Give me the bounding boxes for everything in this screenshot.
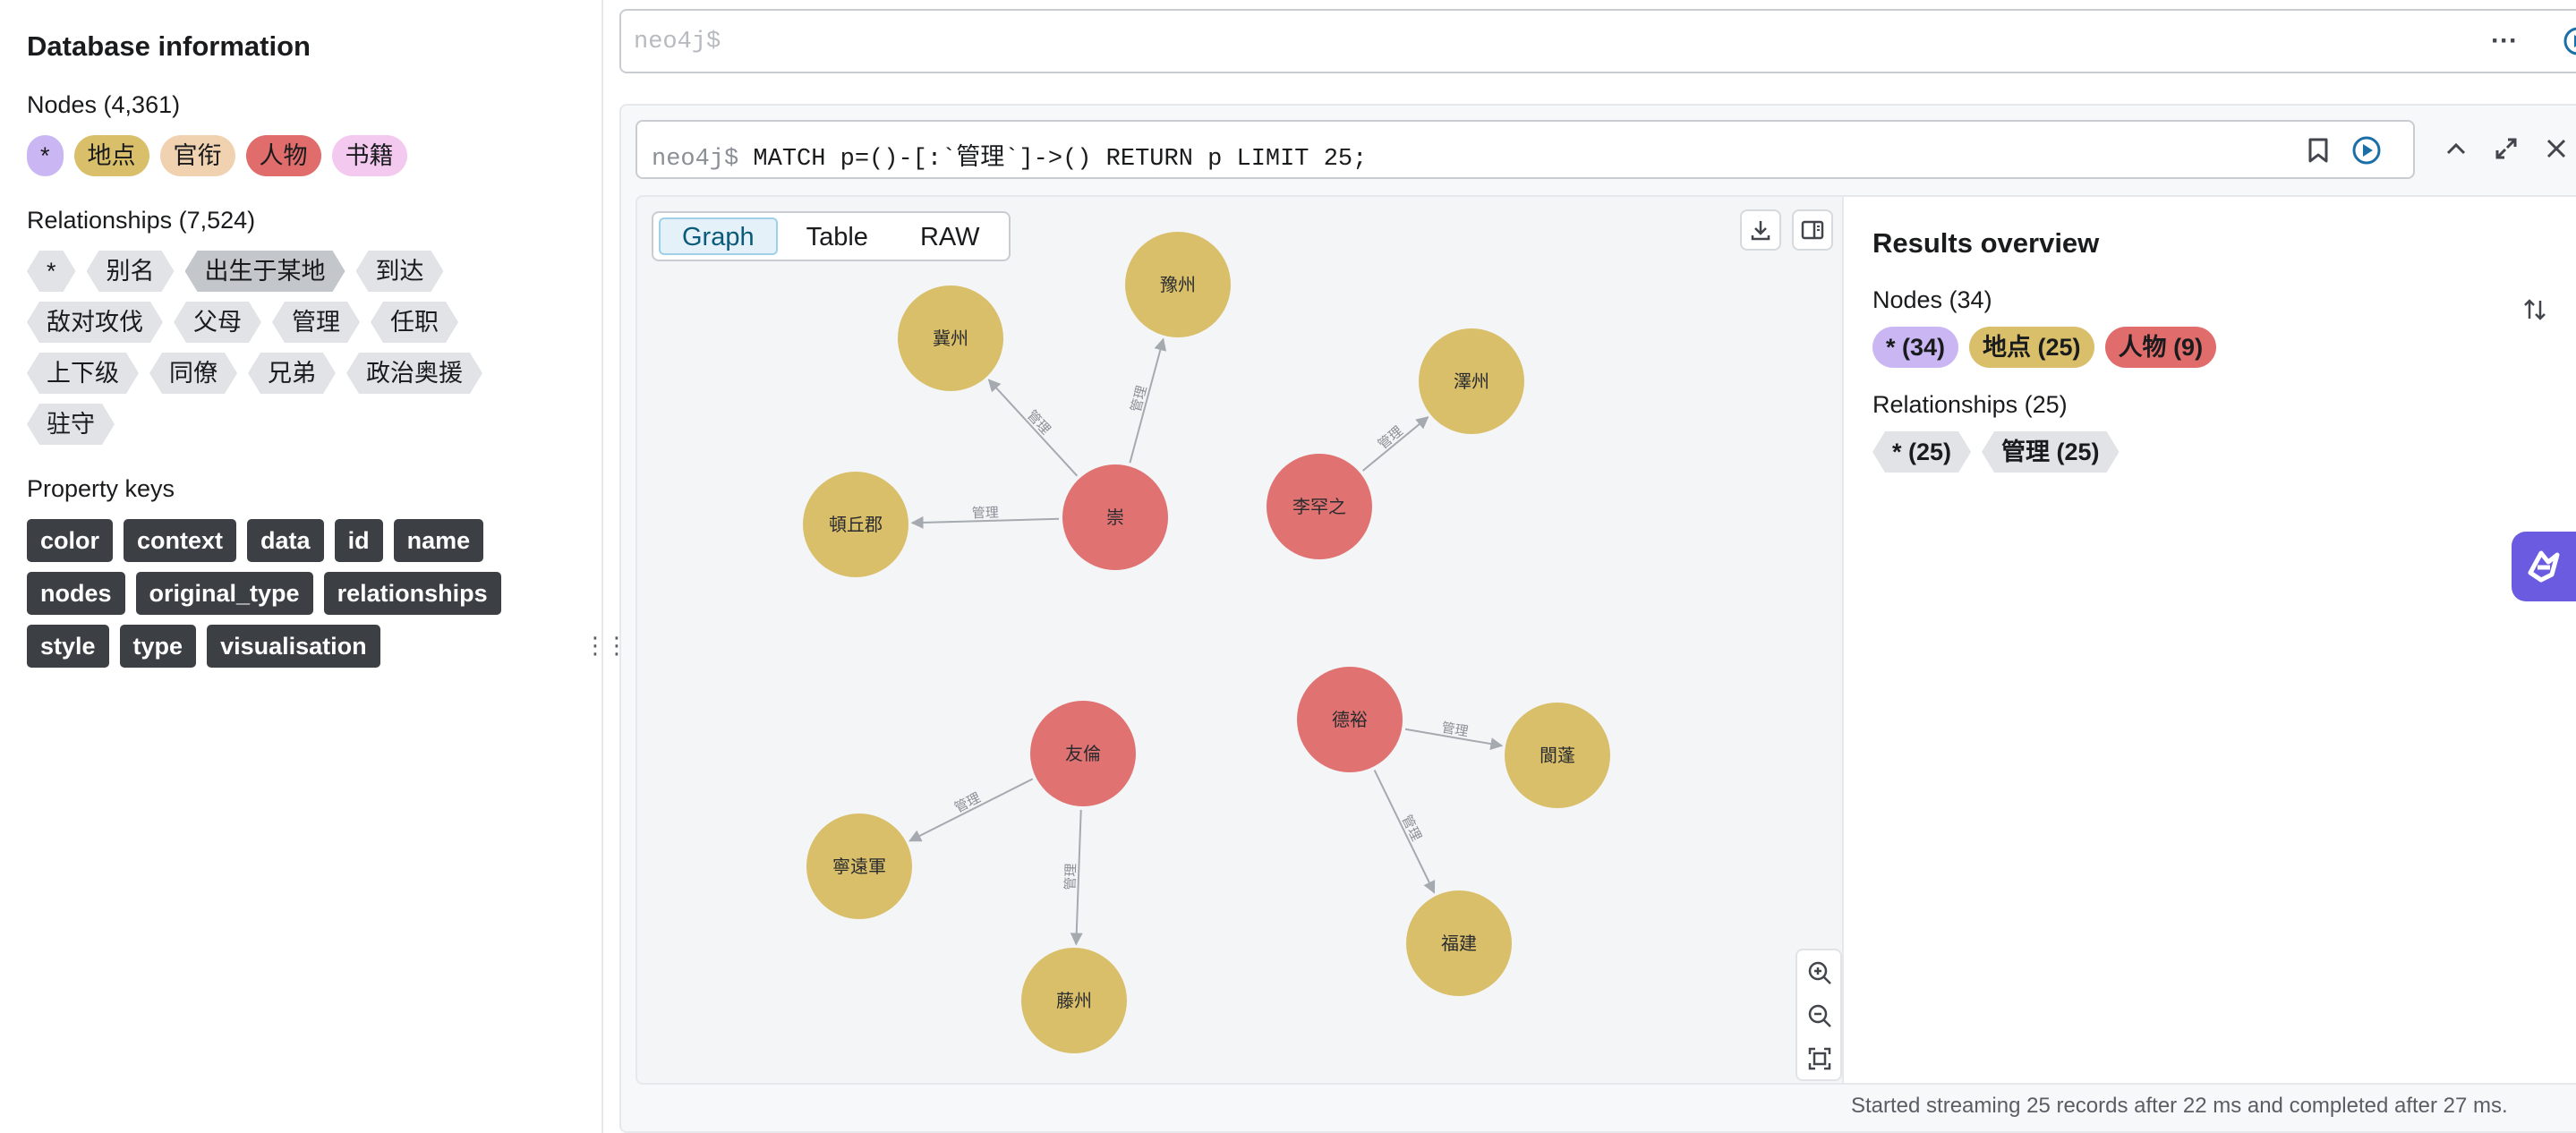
query-text: MATCH p=()-[:`管理`]->() RETURN p LIMIT 25… [738,146,1368,173]
graph-node-label: 李罕之 [1292,496,1346,517]
graph-node-label: 崇 [1106,507,1124,528]
frame-query-editor[interactable]: neo4j$ MATCH p=()-[:`管理`]->() RETURN p L… [635,120,2415,179]
relationship-type-list: * 别名 出生于某地 到达敌对攻伐 父母 管理 任职上下级 同僚 兄弟 政治奥援驻守 [27,251,575,445]
relationship-type-chip[interactable]: 管理 [272,302,360,343]
main-query-editor[interactable]: neo4j$ ··· [619,9,2576,73]
bookmark-icon[interactable] [2302,134,2334,166]
overview-relationship-chip[interactable]: 管理 (25) [1982,431,2120,473]
property-key-chip[interactable]: color [27,519,114,562]
zoom-in-icon[interactable] [1803,956,1837,990]
property-key-chip[interactable]: type [119,625,197,668]
property-keys-heading: Property keys [27,475,175,502]
relationship-type-chip[interactable]: 别名 [87,251,175,292]
sidebar-title: Database information [27,30,311,62]
property-key-chip[interactable]: nodes [27,572,125,615]
graph-node-label: 寧遠軍 [832,856,886,877]
graph-edge-label: 管理 [1375,423,1406,453]
tab-raw[interactable]: RAW [897,217,1003,255]
graph-canvas[interactable]: 管理管理管理管理管理管理管理管理冀州豫州崇頓丘郡澤州李罕之友倫寧遠軍藤州德裕閬蓬… [637,197,1842,1085]
download-icon[interactable] [1740,209,1781,251]
property-key-chip[interactable]: relationships [323,572,501,615]
relationship-type-chip[interactable]: * [27,251,76,292]
property-key-chip[interactable]: data [247,519,324,562]
graph-edge[interactable] [1373,770,1436,894]
relationship-type-chip[interactable]: 兄弟 [248,353,336,394]
overview-node-chip[interactable]: 地点 (25) [1969,327,2094,368]
relationship-type-chip[interactable]: 政治奥援 [346,353,482,394]
relationship-type-chip[interactable]: 任职 [371,302,458,343]
collapse-frame-icon[interactable] [2438,131,2474,166]
graph-node-label: 藤州 [1056,990,1092,1011]
overview-node-chips: * (34) 地点 (25) 人物 (9) [1872,327,2558,368]
property-key-list: color context data id name nodes original_type… [27,519,575,668]
graph-edge-label: 管理 [972,505,1000,522]
property-key-chip[interactable]: id [334,519,383,562]
view-tabs: Graph Table RAW [652,211,1011,261]
relationships-heading: Relationships (7,524) [27,207,256,234]
overview-node-chip[interactable]: * (34) [1872,327,1959,368]
graph-edge-label: 管理 [1024,407,1054,438]
relationship-type-chip[interactable]: 出生于某地 [185,251,345,292]
node-label-chip[interactable]: 官衔 [159,135,235,176]
graph-edge-label: 管理 [1062,863,1079,890]
sort-icon[interactable] [2517,292,2553,328]
tab-table[interactable]: Table [783,217,891,255]
more-options-icon[interactable]: ··· [2486,23,2522,59]
node-label-chip[interactable]: * [27,135,64,176]
graph-node-label: 澤州 [1454,371,1489,392]
assistant-logo-icon[interactable] [2512,532,2576,601]
overview-relationship-chip[interactable]: * (25) [1872,431,1971,473]
results-overview-panel: Results overview Nodes (34) * (34) 地点 (25… [1842,197,2576,1083]
zoom-out-icon[interactable] [1803,999,1837,1033]
node-label-chip[interactable]: 人物 [245,135,321,176]
graph-node-label: 豫州 [1160,274,1196,295]
graph-node-label: 冀州 [933,328,968,349]
nodes-heading: Nodes (4,361) [27,91,181,118]
graph-edge[interactable] [908,778,1034,842]
graph-edge-label: 管理 [1128,384,1150,414]
fit-to-screen-icon[interactable] [1803,1042,1837,1076]
database-info-sidebar: Database information Nodes (4,361) * 地点 官衔… [0,0,603,1133]
node-label-chip[interactable]: 书籍 [331,135,407,176]
relationship-type-chip[interactable]: 父母 [174,302,261,343]
node-label-chip[interactable]: 地点 [73,135,149,176]
tab-graph[interactable]: Graph [659,217,778,255]
graph-edge[interactable] [987,379,1079,477]
relationship-type-chip[interactable]: 上下级 [27,353,139,394]
property-key-chip[interactable]: original_type [135,572,313,615]
overview-node-chip[interactable]: 人物 (9) [2104,327,2217,368]
close-frame-icon[interactable] [2538,131,2574,166]
property-key-chip[interactable]: name [393,519,484,562]
rerun-query-icon[interactable] [2349,132,2384,168]
toggle-panel-icon[interactable] [1792,209,1833,251]
overview-rels-heading: Relationships (25) [1872,391,2068,418]
property-key-chip[interactable]: context [124,519,237,562]
frame-query-text: neo4j$ MATCH p=()-[:`管理`]->() RETURN p L… [652,137,1367,173]
relationship-type-chip[interactable]: 敌对攻伐 [27,302,163,343]
graph-node-label: 友倫 [1065,743,1101,764]
frame-prompt: neo4j$ [652,146,739,173]
relationship-type-chip[interactable]: 驻守 [27,404,115,445]
property-key-chip[interactable]: style [27,625,109,668]
run-query-icon[interactable] [2560,23,2576,59]
zoom-controls [1796,949,1842,1081]
property-key-chip[interactable]: visualisation [207,625,380,668]
overview-nodes-heading: Nodes (34) [1872,286,1992,313]
status-message: Started streaming 25 records after 22 ms… [1851,1094,2508,1118]
graph-node-label: 福建 [1441,933,1477,954]
fullscreen-icon[interactable] [2488,131,2524,166]
node-label-list: * 地点 官衔 人物 书籍 [27,135,575,176]
graph-node-label: 德裕 [1332,709,1368,730]
editor-placeholder: neo4j$ [634,29,721,55]
graph-node-label: 閬蓬 [1540,745,1575,766]
graph-node-label: 頓丘郡 [829,514,883,535]
overview-relationship-chips: * (25) 管理 (25) [1872,431,2558,473]
relationship-type-chip[interactable]: 同僚 [149,353,237,394]
result-frame: neo4j$ MATCH p=()-[:`管理`]->() RETURN p L… [619,104,2576,1133]
result-view: 管理 管理 管理 管理 管理 管理 管理 管理 冀州 豫州崇頓丘郡 澤州 李罕之 友倫 寧遠軍 藤州 德裕 閬蓬… [635,195,2576,1085]
relationship-type-chip[interactable]: 到达 [356,251,444,292]
overview-title: Results overview [1872,227,2100,259]
